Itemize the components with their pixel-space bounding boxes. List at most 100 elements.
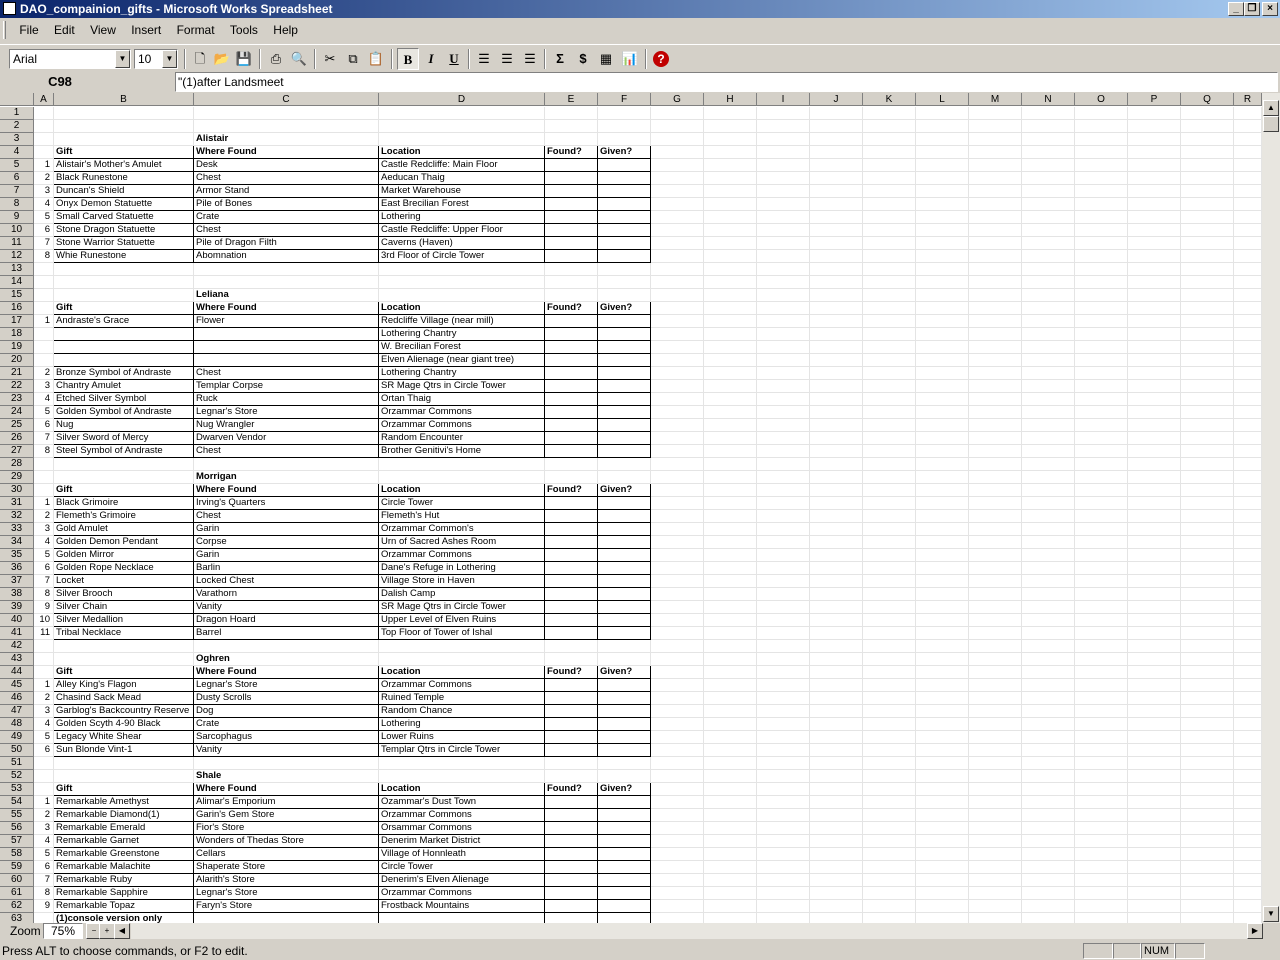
cell[interactable]: 9 [34, 601, 54, 614]
cell[interactable] [545, 562, 598, 575]
cell[interactable] [651, 250, 704, 263]
cell[interactable]: 5 [34, 211, 54, 224]
cell[interactable] [969, 640, 1022, 653]
cell[interactable] [969, 497, 1022, 510]
cell[interactable] [651, 354, 704, 367]
cell[interactable] [863, 627, 916, 640]
cell[interactable] [651, 653, 704, 666]
cell[interactable] [1075, 588, 1128, 601]
cell[interactable] [704, 809, 757, 822]
cell[interactable]: East Brecilian Forest [379, 198, 545, 211]
cell[interactable]: Flower [194, 315, 379, 328]
cell[interactable] [863, 198, 916, 211]
cell[interactable] [810, 484, 863, 497]
cell[interactable] [1022, 315, 1075, 328]
cell[interactable] [969, 120, 1022, 133]
cell[interactable] [598, 393, 651, 406]
cell[interactable] [704, 588, 757, 601]
cell[interactable] [34, 263, 54, 276]
cell[interactable] [1234, 224, 1262, 237]
cell[interactable] [54, 263, 194, 276]
cell[interactable] [1181, 263, 1234, 276]
cell[interactable] [704, 133, 757, 146]
cell[interactable] [1234, 445, 1262, 458]
cell[interactable] [757, 159, 810, 172]
cell[interactable] [34, 107, 54, 120]
cell[interactable] [1181, 497, 1234, 510]
cell[interactable] [545, 588, 598, 601]
menu-help[interactable]: Help [267, 19, 304, 42]
cell[interactable]: 4 [34, 718, 54, 731]
cell[interactable] [194, 913, 379, 923]
row-header[interactable]: 27 [0, 445, 34, 458]
cell[interactable] [810, 120, 863, 133]
cell[interactable]: Golden Mirror [54, 549, 194, 562]
cell[interactable] [704, 653, 757, 666]
cell[interactable] [1181, 510, 1234, 523]
cell[interactable] [1128, 224, 1181, 237]
cell[interactable] [810, 133, 863, 146]
cell[interactable] [916, 302, 969, 315]
formula-input[interactable]: "(1)after Landsmeet [175, 72, 1278, 92]
cell[interactable] [863, 705, 916, 718]
cell[interactable] [1075, 809, 1128, 822]
cell[interactable]: 2 [34, 172, 54, 185]
cell[interactable]: Silver Medallion [54, 614, 194, 627]
row-header[interactable]: 38 [0, 588, 34, 601]
cell[interactable] [1022, 705, 1075, 718]
row-header[interactable]: 24 [0, 406, 34, 419]
cell[interactable] [1234, 861, 1262, 874]
cell[interactable] [969, 770, 1022, 783]
cell[interactable] [704, 679, 757, 692]
cell[interactable]: Orzammar Common's [379, 523, 545, 536]
cell[interactable] [598, 705, 651, 718]
cell[interactable] [1128, 679, 1181, 692]
cell[interactable] [1181, 640, 1234, 653]
cell[interactable] [704, 107, 757, 120]
cell[interactable] [863, 289, 916, 302]
cell[interactable] [1075, 913, 1128, 923]
cell[interactable] [1181, 159, 1234, 172]
cell[interactable]: Remarkable Ruby [54, 874, 194, 887]
cell[interactable] [545, 822, 598, 835]
cell[interactable] [1075, 549, 1128, 562]
cell[interactable] [1181, 211, 1234, 224]
row-header[interactable]: 37 [0, 575, 34, 588]
cell[interactable] [1075, 614, 1128, 627]
cell[interactable] [1022, 822, 1075, 835]
cell[interactable]: 7 [34, 432, 54, 445]
cell[interactable]: Orsammar Commons [379, 822, 545, 835]
cell[interactable] [598, 172, 651, 185]
row-header[interactable]: 55 [0, 809, 34, 822]
cell[interactable]: Chest [194, 367, 379, 380]
autosum-icon[interactable]: Σ [549, 48, 571, 70]
cell[interactable]: Location [379, 146, 545, 159]
cell[interactable] [545, 263, 598, 276]
cell[interactable] [1075, 172, 1128, 185]
cell[interactable] [1022, 445, 1075, 458]
cell[interactable] [916, 367, 969, 380]
cell[interactable] [863, 380, 916, 393]
cell[interactable] [1234, 380, 1262, 393]
cell[interactable] [810, 406, 863, 419]
cell[interactable] [54, 770, 194, 783]
cell[interactable] [757, 861, 810, 874]
cell[interactable] [863, 783, 916, 796]
cell[interactable]: Chest [194, 445, 379, 458]
row-header[interactable]: 58 [0, 848, 34, 861]
row-header[interactable]: 12 [0, 250, 34, 263]
cell[interactable] [969, 666, 1022, 679]
cell[interactable] [34, 666, 54, 679]
cell[interactable] [34, 471, 54, 484]
cell[interactable] [1128, 185, 1181, 198]
row-header[interactable]: 25 [0, 419, 34, 432]
cell[interactable] [194, 640, 379, 653]
cell[interactable] [969, 796, 1022, 809]
cell[interactable] [598, 874, 651, 887]
cell[interactable] [598, 510, 651, 523]
cell[interactable] [916, 679, 969, 692]
cell[interactable]: 2 [34, 692, 54, 705]
cell[interactable] [1234, 198, 1262, 211]
cell[interactable] [969, 588, 1022, 601]
cell[interactable] [1128, 770, 1181, 783]
